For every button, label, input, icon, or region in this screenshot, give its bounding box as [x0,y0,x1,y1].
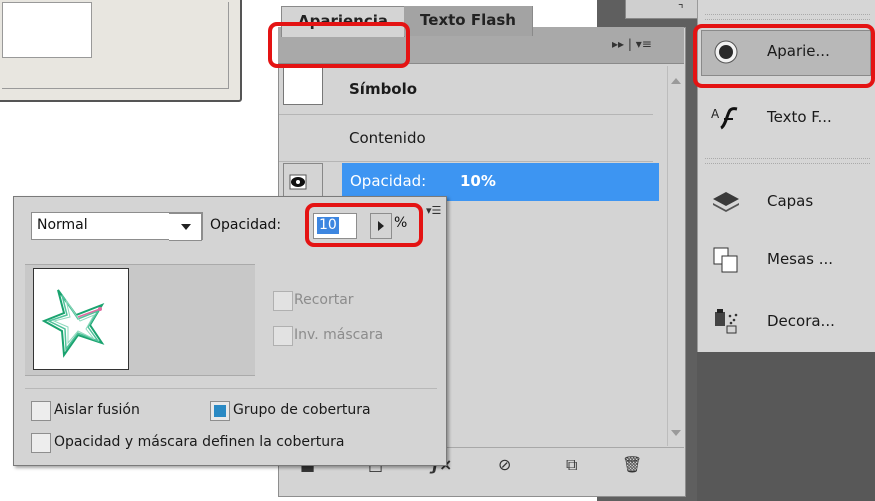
opacity-mask-knockout-label: Opacidad y máscara definen la cobertura [54,434,345,450]
row-label: Símbolo [349,80,418,98]
callout-appearance-tab [268,22,410,68]
dock-item-label: Capas [767,192,814,210]
flash-text-icon: A [711,107,738,130]
dock-item-flash-text[interactable]: A Texto F... [697,98,875,138]
panel-menu-button[interactable]: ▸▸ | ▾≡ [612,37,652,51]
dock-item-label: Decora... [767,312,835,330]
knockout-group-checkbox[interactable] [210,401,230,421]
isolate-blending-checkbox[interactable] [31,401,51,421]
opacity-mask-knockout-checkbox[interactable] [31,433,51,453]
isolate-blending-label: Aislar fusión [54,402,140,418]
row-label: Contenido [349,129,426,147]
scroll-down-icon[interactable] [671,430,681,436]
blend-mode-value: Normal [37,217,88,233]
duplicate-item-icon[interactable]: ⧉ [566,455,577,475]
symbol-sprayer-icon [715,309,738,334]
star-thumbnail-icon [41,289,105,358]
dock-strip-tab[interactable]: ⌝ [625,0,699,19]
svg-text:A: A [711,107,720,121]
dock-item-artboards[interactable]: Mesas ... [697,240,875,280]
opacity-label: Opacidad: [210,217,282,233]
clip-label: Recortar [294,292,354,308]
dock-item-label: Texto F... [767,108,832,126]
artboards-icon [713,247,738,273]
delete-item-icon[interactable]: 🗑 [622,455,642,474]
appearance-row-contents[interactable]: Contenido [279,115,653,162]
invert-mask-label: Inv. máscara [294,327,384,343]
popup-menu-icon[interactable]: ▾☰ [426,204,441,217]
panel-scrollbar[interactable] [667,66,684,446]
dock-item-label: Mesas ... [767,250,834,268]
layers-icon [713,192,739,212]
knockout-group-label: Grupo de cobertura [233,402,371,418]
scroll-up-icon[interactable] [671,78,681,84]
dock-grip[interactable] [705,158,870,164]
dock-item-symbol-sprayer[interactable]: Decora... [697,302,875,342]
chevron-down-icon[interactable] [181,224,191,230]
opacity-link-value[interactable]: 10% [460,172,496,190]
row-label: Opacidad: [350,172,427,190]
clear-appearance-icon[interactable]: ⊘ [498,455,511,474]
tab-texto-flash[interactable]: Texto Flash [404,6,533,36]
dock-item-layers[interactable]: Capas [697,182,875,222]
object-thumbnail[interactable] [33,268,129,370]
document-window [0,0,242,102]
callout-opacity-field [305,203,423,247]
clip-checkbox[interactable] [273,291,293,311]
invert-mask-checkbox[interactable] [273,326,293,346]
appearance-row-symbol[interactable]: Símbolo [279,64,653,115]
dock-grip[interactable] [705,14,870,20]
callout-appearance-dock [693,24,875,88]
